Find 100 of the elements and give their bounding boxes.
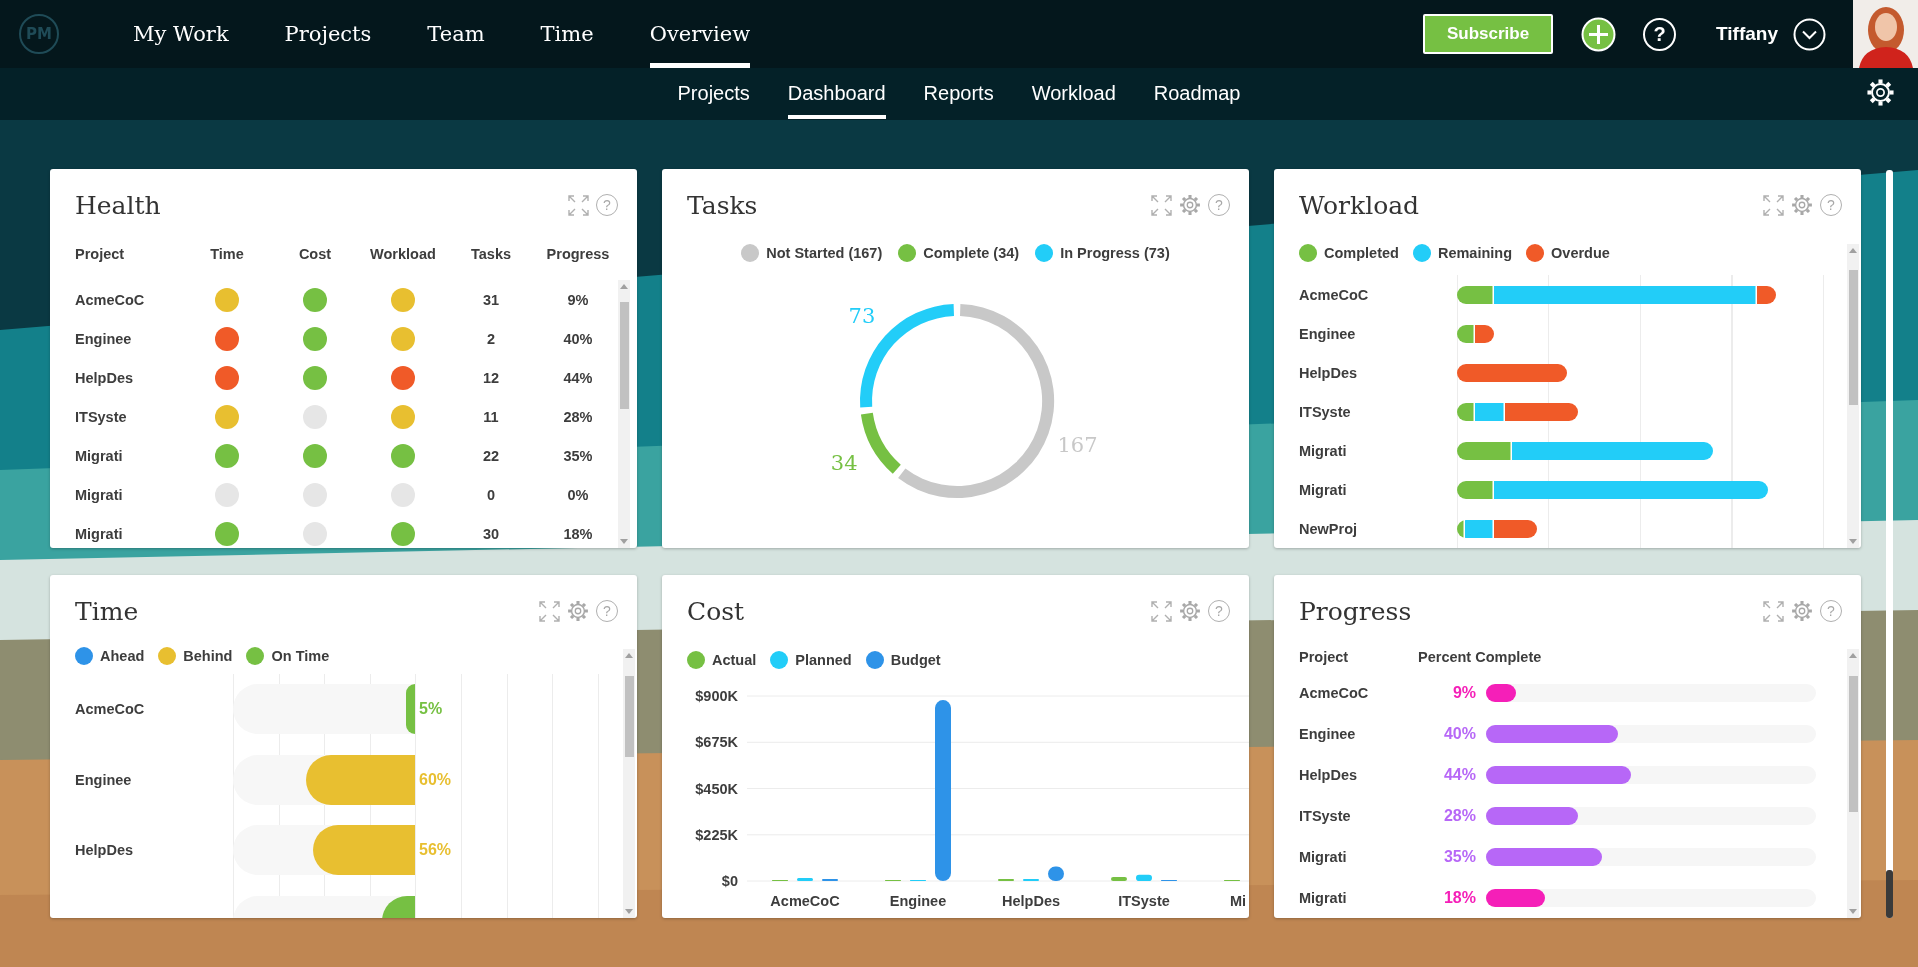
column-header: Project bbox=[75, 246, 126, 262]
table-cell-text: 30 bbox=[481, 525, 501, 542]
chevron-down-icon[interactable] bbox=[1793, 17, 1826, 51]
table-cell-text: Migrati bbox=[75, 447, 124, 464]
scroll-up-icon[interactable] bbox=[620, 284, 628, 289]
scroll-up-icon[interactable] bbox=[1849, 653, 1857, 658]
axis-label: $225K bbox=[695, 826, 738, 843]
category-label: HelpDes bbox=[1002, 893, 1060, 909]
nav-tab[interactable]: Projects bbox=[284, 0, 372, 68]
project-label: AcmeCoC bbox=[1298, 684, 1370, 701]
table-cell-text: 31 bbox=[481, 291, 501, 308]
project-label: AcmeCoC bbox=[1298, 286, 1370, 303]
scrollbar[interactable] bbox=[1886, 170, 1893, 918]
nav-tab[interactable]: Team bbox=[427, 0, 485, 68]
table-cell-text: Migrati bbox=[75, 486, 124, 503]
bar bbox=[1023, 878, 1039, 881]
scroll-down-icon[interactable] bbox=[1849, 909, 1857, 914]
bar bbox=[1048, 866, 1064, 881]
scroll-thumb[interactable] bbox=[619, 302, 629, 409]
card-title: Tasks bbox=[687, 190, 758, 220]
column-header: Project bbox=[1298, 649, 1350, 665]
bar-value: 60% bbox=[418, 770, 452, 789]
project-label: Migrati bbox=[1298, 889, 1348, 906]
scroll-down-icon[interactable] bbox=[620, 539, 628, 544]
legend-label: In Progress (73) bbox=[1060, 245, 1170, 261]
project-label: Migrati bbox=[1298, 481, 1348, 498]
scrollbar[interactable] bbox=[618, 280, 630, 548]
scroll-down-icon[interactable] bbox=[625, 909, 633, 914]
expand-icon[interactable] bbox=[1763, 194, 1784, 216]
expand-icon[interactable] bbox=[1763, 600, 1784, 622]
table-cell-text: 44% bbox=[562, 369, 594, 386]
category-label: ITSyste bbox=[1118, 893, 1170, 909]
percent-label: 44% bbox=[1442, 765, 1476, 784]
nav-tab[interactable]: Dashboard bbox=[787, 68, 886, 119]
axis-label: $675K bbox=[695, 734, 738, 751]
table-cell-text: Migrati bbox=[75, 525, 124, 542]
bar-value: 56% bbox=[418, 841, 452, 860]
axis-label: $0 bbox=[721, 873, 738, 889]
table-cell-text: HelpDes bbox=[75, 369, 135, 386]
scroll-thumb[interactable] bbox=[1848, 676, 1858, 812]
scroll-up-icon[interactable] bbox=[625, 653, 633, 658]
legend-label: Budget bbox=[890, 652, 941, 668]
user-name[interactable]: Tiffany bbox=[1716, 23, 1778, 45]
axis-label: $900K bbox=[695, 688, 738, 704]
bar-value: 5% bbox=[418, 700, 443, 719]
card-title: Progress bbox=[1299, 596, 1412, 626]
scrollbar[interactable] bbox=[623, 649, 635, 918]
percent-label: 40% bbox=[1442, 724, 1476, 743]
nav-tab[interactable]: Reports bbox=[923, 68, 994, 119]
nav-tab[interactable]: Workload bbox=[1031, 68, 1116, 119]
percent-label: 18% bbox=[1442, 888, 1476, 907]
project-label: HelpDes bbox=[74, 842, 135, 859]
scroll-thumb[interactable] bbox=[624, 676, 634, 757]
project-label: ITSyste bbox=[1298, 403, 1352, 420]
help-icon[interactable]: ? bbox=[1643, 17, 1677, 51]
project-label: Enginee bbox=[1298, 725, 1357, 742]
table-cell-text: 40% bbox=[562, 330, 594, 347]
bar bbox=[797, 877, 813, 881]
table-cell-text: 9% bbox=[566, 291, 590, 308]
project-label: Enginee bbox=[1298, 325, 1357, 342]
expand-icon[interactable] bbox=[1151, 194, 1172, 216]
scroll-thumb[interactable] bbox=[1886, 870, 1893, 918]
table-cell-text: 22 bbox=[481, 447, 501, 464]
project-label: NewProj bbox=[1298, 520, 1358, 537]
table-cell-text: 11 bbox=[482, 408, 500, 425]
column-header: Time bbox=[209, 246, 245, 262]
table-cell-text: Enginee bbox=[75, 330, 133, 347]
data-label: 34 bbox=[830, 450, 858, 475]
percent-label: 28% bbox=[1442, 806, 1476, 825]
project-label: AcmeCoC bbox=[74, 701, 146, 718]
table-cell-text: 0% bbox=[566, 486, 590, 503]
scroll-down-icon[interactable] bbox=[1849, 539, 1857, 544]
table-cell-text: 12 bbox=[481, 369, 501, 386]
column-header: Progress bbox=[545, 246, 611, 262]
legend-label: Behind bbox=[183, 648, 233, 664]
add-icon[interactable] bbox=[1581, 16, 1617, 52]
project-label: Enginee bbox=[74, 771, 133, 788]
settings-icon[interactable] bbox=[1866, 77, 1895, 107]
bar bbox=[1136, 874, 1152, 881]
table-cell-text: AcmeCoC bbox=[75, 291, 146, 308]
legend-label: Overdue bbox=[1551, 244, 1610, 261]
nav-tab[interactable]: My Work bbox=[133, 0, 229, 68]
bar bbox=[998, 878, 1014, 881]
expand-icon[interactable] bbox=[1151, 600, 1172, 622]
scroll-up-icon[interactable] bbox=[1849, 248, 1857, 253]
scrollbar[interactable] bbox=[1847, 244, 1859, 548]
table-cell-text: 0 bbox=[485, 486, 497, 503]
legend-label: On Time bbox=[271, 648, 330, 664]
table-cell-text: 2 bbox=[485, 330, 497, 347]
expand-icon[interactable] bbox=[568, 194, 589, 216]
nav-tab[interactable]: Roadmap bbox=[1153, 68, 1241, 119]
nav-tab[interactable]: Projects bbox=[677, 68, 750, 119]
scrollbar[interactable] bbox=[1847, 649, 1859, 918]
table-cell-text: 28% bbox=[562, 408, 594, 425]
scroll-thumb[interactable] bbox=[1848, 270, 1858, 405]
bar bbox=[1111, 876, 1127, 881]
category-label: AcmeCoC bbox=[770, 893, 840, 909]
nav-tab[interactable]: Time bbox=[540, 0, 594, 68]
avatar[interactable] bbox=[1853, 0, 1918, 68]
expand-icon[interactable] bbox=[539, 600, 560, 622]
